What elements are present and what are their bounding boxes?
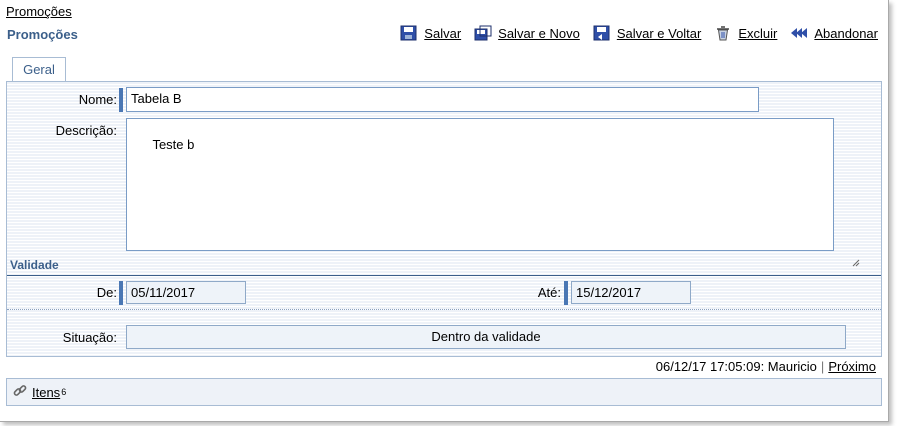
abandon-button-label: Abandonar [814, 25, 878, 41]
description-text: Teste b [152, 137, 195, 152]
page-title: Promoções [7, 27, 78, 42]
items-section[interactable]: Itens 6 [6, 378, 882, 406]
save-and-back-button-label: Salvar e Voltar [616, 25, 702, 41]
save-and-new-button-label: Salvar e Novo [498, 25, 580, 41]
from-date-field[interactable]: 05/11/2017 [126, 281, 246, 304]
items-count-badge: 6 [61, 387, 67, 397]
floppy-disk-new-icon [474, 25, 492, 41]
trash-icon [714, 25, 732, 41]
save-button[interactable]: Salvar [400, 25, 461, 41]
form-panel: Nome: Tabela B Descrição: Teste b Valida… [6, 81, 882, 357]
validity-section-title: Validade [10, 258, 59, 272]
toolbar: Salvar Salvar e Novo Salvar e Voltar Exc… [387, 25, 878, 41]
dotted-divider [7, 309, 881, 310]
name-label: Nome: [78, 92, 117, 107]
required-marker [119, 88, 123, 112]
save-button-label: Salvar [424, 25, 462, 41]
breadcrumb[interactable]: Promoções [6, 4, 72, 19]
from-label: De: [96, 285, 117, 300]
description-textarea[interactable]: Teste b [126, 118, 860, 267]
required-marker [119, 281, 123, 305]
link-chain-icon [13, 384, 27, 401]
next-link[interactable]: Próximo [828, 359, 876, 374]
floppy-disk-icon [400, 25, 418, 41]
status-label: Situação: [62, 330, 117, 345]
save-and-new-button[interactable]: Salvar e Novo [474, 25, 580, 41]
abandon-button[interactable]: Abandonar [790, 25, 878, 41]
status-field: Dentro da validade [126, 325, 846, 349]
delete-button[interactable]: Excluir [714, 25, 777, 41]
to-date-field[interactable]: 15/12/2017 [571, 281, 691, 304]
name-field[interactable]: Tabela B [126, 87, 759, 112]
description-label: Descrição: [55, 123, 117, 138]
tab-general[interactable]: Geral [12, 57, 66, 82]
save-and-back-button[interactable]: Salvar e Voltar [593, 25, 702, 41]
separator: | [820, 359, 825, 374]
section-divider [7, 275, 881, 276]
audit-status: 06/12/17 17:05:09: Mauricio | Próximo [656, 359, 876, 374]
delete-button-label: Excluir [738, 25, 778, 41]
floppy-disk-back-icon [593, 25, 611, 41]
app-window: Promoções Promoções Salvar Salvar e Novo… [0, 0, 889, 422]
required-marker [564, 281, 568, 305]
items-link[interactable]: Itens [32, 385, 60, 400]
audit-text: 06/12/17 17:05:09: Mauricio [655, 359, 817, 374]
to-label: Até: [537, 285, 561, 300]
resize-handle-icon[interactable] [823, 240, 860, 267]
rewind-icon [790, 25, 808, 41]
